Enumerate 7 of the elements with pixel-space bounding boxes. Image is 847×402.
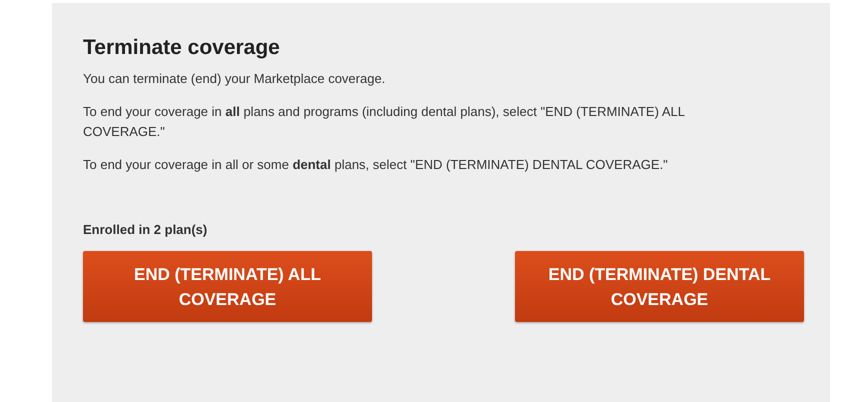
end-coverage-button[interactable]: END (TERMINATE) ALL COVERAGE	[83, 251, 372, 322]
enrollment-status: Enrolled in 2 plan(s)	[83, 222, 208, 237]
instruction-text: You can terminate (end) your Marketplace coverage.	[83, 70, 386, 88]
section-heading: Terminate coverage	[83, 36, 280, 60]
instruction-text: To end your coverage in all or some dental plans, select "END (TERMINATE) DENTAL COVERAGE."	[83, 156, 669, 174]
end-coverage-button[interactable]: END (TERMINATE) DENTAL COVERAGE	[515, 251, 804, 322]
instruction-text: To end your coverage in all plans and programs (including dental plans), select "END (TERMINATE) ALL COVERAGE."	[83, 103, 686, 141]
